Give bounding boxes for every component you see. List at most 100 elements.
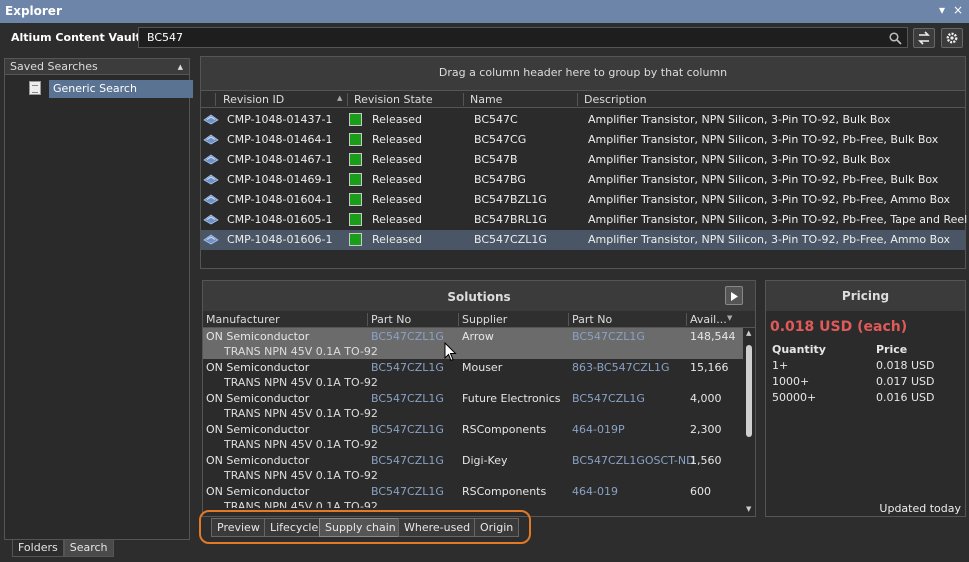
part-description: TRANS NPN 45V 0.1A TO-92: [224, 500, 378, 508]
state-icon: [349, 113, 362, 126]
solution-row[interactable]: ON Semiconductor BC547CZL1G RSComponents 46…: [203, 421, 743, 452]
price-break-row: 1000+ 0.017 USD: [772, 375, 962, 391]
item-name: BC547CG: [474, 133, 527, 146]
tab-lifecycle[interactable]: Lifecycle: [264, 518, 325, 537]
solution-row[interactable]: ON Semiconductor BC547CZL1G Arrow BC547CZL1…: [203, 328, 743, 359]
break-quantity: 1+: [772, 359, 789, 372]
revision-state: Released: [372, 113, 422, 126]
vault-item-icon: [203, 174, 219, 185]
search-bar: Altium Content Vault▾: [0, 23, 969, 53]
state-icon: [349, 153, 362, 166]
item-description: Amplifier Transistor, NPN Silicon, 3-Pin…: [588, 213, 968, 226]
table-row[interactable]: CMP-1048-01437-1 Released BC547C Amplifier …: [201, 110, 965, 130]
supplier-part-link[interactable]: 464-019P: [572, 423, 625, 436]
tab-folders[interactable]: Folders: [12, 540, 64, 557]
state-icon: [349, 133, 362, 146]
expand-button[interactable]: [725, 286, 743, 305]
manufacturer: ON Semiconductor: [206, 361, 310, 374]
unit-price: 0.018 USD (each): [770, 319, 908, 335]
group-by-area[interactable]: Drag a column header here to group by th…: [201, 57, 965, 91]
col-availability[interactable]: Avail...: [690, 313, 727, 326]
mfr-part-link[interactable]: BC547CZL1G: [371, 392, 444, 405]
scrollbar-thumb[interactable]: [746, 345, 752, 437]
results-column-headers: Revision ID ▲ Revision State Name Descri…: [201, 91, 965, 108]
scroll-down-icon[interactable]: ▼: [746, 505, 751, 513]
supplier-part-link[interactable]: 464-019: [572, 485, 618, 498]
availability: 600: [690, 485, 711, 498]
price-header-row: Quantity Price: [772, 343, 962, 359]
tab-supply-chain[interactable]: Supply chain: [319, 518, 402, 537]
supplier-part-link[interactable]: BC547CZL1G: [572, 392, 645, 405]
part-description: TRANS NPN 45V 0.1A TO-92: [224, 469, 378, 482]
item-name: BC547B: [474, 153, 518, 166]
saved-search-label: Generic Search: [49, 80, 193, 98]
table-row[interactable]: CMP-1048-01467-1 Released BC547B Amplifier …: [201, 150, 965, 170]
mouse-cursor-icon: [444, 342, 457, 362]
col-name[interactable]: Name: [470, 93, 502, 106]
mfr-part-link[interactable]: BC547CZL1G: [371, 361, 444, 374]
col-supplier-part-no[interactable]: Part No: [572, 313, 612, 326]
col-manufacturer[interactable]: Manufacturer: [206, 313, 280, 326]
revision-id: CMP-1048-01605-1: [227, 213, 333, 226]
window-title: Explorer: [5, 4, 62, 18]
revision-state: Released: [372, 193, 422, 206]
tab-preview[interactable]: Preview: [211, 518, 266, 537]
vault-selector[interactable]: Altium Content Vault▾: [11, 31, 148, 44]
close-icon[interactable]: ×: [951, 3, 965, 17]
availability: 15,166: [690, 361, 729, 374]
manufacturer: ON Semiconductor: [206, 454, 310, 467]
col-revision-state[interactable]: Revision State: [354, 93, 433, 106]
saved-search-item[interactable]: Generic Search: [27, 80, 193, 98]
table-row[interactable]: CMP-1048-01464-1 Released BC547CG Amplifier…: [201, 130, 965, 150]
revision-state: Released: [372, 133, 422, 146]
refresh-button[interactable]: [913, 28, 935, 48]
mfr-part-link[interactable]: BC547CZL1G: [371, 423, 444, 436]
manufacturer: ON Semiconductor: [206, 330, 310, 343]
revision-state: Released: [372, 153, 422, 166]
sort-ascending-icon: ▲: [337, 94, 343, 102]
solution-row[interactable]: ON Semiconductor BC547CZL1G Mouser 863-BC54…: [203, 359, 743, 390]
col-supplier[interactable]: Supplier: [462, 313, 507, 326]
col-description[interactable]: Description: [584, 93, 647, 106]
collapse-icon[interactable]: ▲: [178, 63, 183, 71]
saved-searches-header[interactable]: Saved Searches ▲: [5, 59, 189, 75]
solution-row[interactable]: ON Semiconductor BC547CZL1G Future Electro…: [203, 390, 743, 421]
scroll-up-icon[interactable]: ▲: [746, 329, 751, 337]
revision-state: Released: [372, 233, 422, 246]
table-row[interactable]: CMP-1048-01606-1 Released BC547CZL1G Amplif…: [201, 230, 965, 250]
tab-where-used[interactable]: Where-used: [398, 518, 477, 537]
solutions-scrollbar[interactable]: ▲ ▼: [744, 328, 755, 516]
revision-state: Released: [372, 173, 422, 186]
sort-descending-icon: ▼: [727, 314, 733, 322]
solution-row[interactable]: ON Semiconductor BC547CZL1G Digi-Key BC547C…: [203, 452, 743, 483]
mfr-part-link[interactable]: BC547CZL1G: [371, 330, 444, 343]
supplier-part-link[interactable]: 863-BC547CZL1G: [572, 361, 669, 374]
item-description: Amplifier Transistor, NPN Silicon, 3-Pin…: [588, 233, 951, 246]
settings-button[interactable]: [941, 28, 963, 48]
tab-search[interactable]: Search: [63, 540, 114, 557]
availability: 2,300: [690, 423, 722, 436]
tab-origin[interactable]: Origin: [474, 518, 520, 537]
saved-searches-title: Saved Searches: [10, 60, 98, 73]
col-mfr-part-no[interactable]: Part No: [371, 313, 411, 326]
pin-menu-icon[interactable]: ▾: [935, 3, 949, 17]
supplier-part-link[interactable]: BC547CZL1GOSCT-ND: [572, 454, 695, 467]
table-row[interactable]: CMP-1048-01605-1 Released BC547BRL1G Amplif…: [201, 210, 968, 230]
search-input[interactable]: [138, 27, 908, 48]
table-row[interactable]: CMP-1048-01604-1 Released BC547BZL1G Amplif…: [201, 190, 965, 210]
price-breaks-table: Quantity Price 1+ 0.018 USD 1000+ 0.017 USD…: [772, 343, 962, 407]
vault-item-icon: [203, 154, 219, 165]
search-icon[interactable]: [889, 32, 902, 45]
col-revision-id[interactable]: Revision ID: [223, 93, 284, 106]
table-row[interactable]: CMP-1048-01469-1 Released BC547BG Amplifier…: [201, 170, 965, 190]
item-description: Amplifier Transistor, NPN Silicon, 3-Pin…: [588, 133, 939, 146]
revision-id: CMP-1048-01464-1: [227, 133, 333, 146]
mfr-part-link[interactable]: BC547CZL1G: [371, 454, 444, 467]
mfr-part-link[interactable]: BC547CZL1G: [371, 485, 444, 498]
saved-searches-panel: Saved Searches ▲ Generic Search: [4, 58, 193, 540]
swap-arrows-icon: [918, 31, 930, 45]
solution-row[interactable]: ON Semiconductor BC547CZL1G RSComponents 46…: [203, 483, 743, 508]
supplier: Arrow: [462, 330, 494, 343]
supplier-part-link[interactable]: BC547CZL1G: [572, 330, 645, 343]
revision-id: CMP-1048-01606-1: [227, 233, 333, 246]
